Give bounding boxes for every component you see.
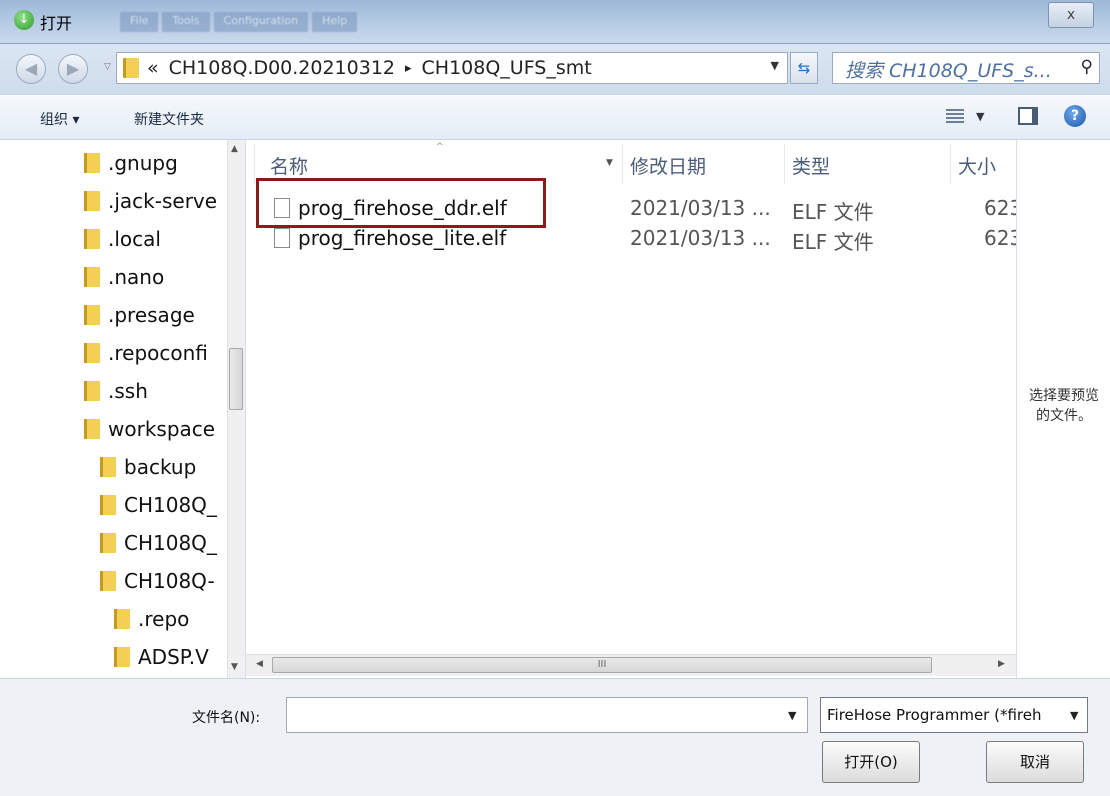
preview-message: 选择要预览 的文件。 [1029,388,1099,424]
tree-item[interactable]: .gnupg [84,144,178,182]
folder-icon [100,495,116,515]
column-filter-icon[interactable]: ▼ [606,158,613,168]
folder-icon [114,647,130,667]
folder-icon [84,229,100,249]
folder-icon [100,457,116,477]
column-header-type[interactable]: 类型 [792,152,830,179]
file-modified: 2021/03/13 ... [630,196,771,220]
column-separator [622,144,623,184]
file-size: 623 [984,226,1016,250]
highlight-annotation [256,178,546,228]
folder-icon [84,381,100,401]
tree-item[interactable]: workspace [84,410,215,448]
open-button[interactable]: 打开(O) [822,741,920,783]
folder-icon [84,305,100,325]
folder-icon [100,533,116,553]
folder-icon [84,343,100,363]
file-type: ELF 文件 [792,230,874,254]
tree-item[interactable]: .repo [114,600,189,638]
blurred-menu: File Tools Configuration Help [120,12,358,32]
preview-pane-icon[interactable] [1018,107,1038,125]
folder-icon [84,153,100,173]
back-button[interactable]: ◀ [16,54,46,84]
scroll-left-icon[interactable]: ◀ [256,659,263,669]
tree-item[interactable]: .presage [84,296,195,334]
column-separator [950,144,951,184]
history-dropdown-icon[interactable]: ▽ [104,62,111,72]
search-input[interactable]: 搜索 CH108Q_UFS_s... ⚲ [832,52,1100,84]
file-type-dropdown-icon[interactable]: ▼ [1070,709,1078,722]
dialog-footer: 文件名(N): ▼ FireHose Programmer (*fireh ▼ … [0,678,1110,796]
file-modified: 2021/03/13 ... [630,226,771,250]
title-bar: ↓ 打开 File Tools Configuration Help x [0,0,1110,44]
address-row: ◀ ▶ ▽ « CH108Q.D00.20210312 ▸ CH108Q_UFS… [0,44,1110,94]
sort-ascending-icon: ^ [436,142,444,152]
breadcrumb-separator[interactable]: ▸ [405,61,412,76]
tree-item[interactable]: .jack-serve [84,182,217,220]
blurred-menu-item: Tools [162,12,210,32]
address-bar[interactable]: « CH108Q.D00.20210312 ▸ CH108Q_UFS_smt ▼ [116,52,788,84]
window-title: 打开 [40,14,73,33]
column-header-modified[interactable]: 修改日期 [630,152,706,179]
scroll-down-icon[interactable]: ▼ [231,662,238,672]
tree-item[interactable]: CH108Q- [100,562,215,600]
file-icon [274,228,290,248]
refresh-icon: ⇆ [797,59,811,77]
forward-button[interactable]: ▶ [58,54,88,84]
breadcrumb-segment[interactable]: CH108Q_UFS_smt [422,57,592,79]
organize-button[interactable]: 组织 ▾ [40,109,79,129]
blurred-menu-item: File [120,12,159,32]
folder-icon [84,419,100,439]
view-options-icon[interactable] [946,109,964,123]
preview-pane: 选择要预览 的文件。 [1016,140,1110,678]
navigation-tree: .gnupg .jack-serve .local .nano .presage… [0,140,246,678]
filename-label: 文件名(N): [192,710,261,726]
breadcrumb-segment[interactable]: CH108Q.D00.20210312 [169,57,395,79]
tree-item[interactable]: ADSP.V [114,638,209,676]
folder-icon [114,609,130,629]
tree-scroll-thumb[interactable] [229,348,243,410]
folder-icon [100,571,116,591]
blurred-menu-item: Configuration [213,12,309,32]
file-row[interactable]: prog_firehose_lite.elf 2021/03/13 ... EL… [246,224,1016,254]
new-folder-button[interactable]: 新建文件夹 [134,109,204,129]
filename-input[interactable] [286,697,808,733]
tree-item[interactable]: .local [84,220,161,258]
file-type: ELF 文件 [792,200,874,224]
address-dropdown-icon[interactable]: ▼ [771,59,779,72]
open-dialog-icon: ↓ [14,10,34,30]
scroll-up-icon[interactable]: ▲ [231,144,238,154]
command-bar: 组织 ▾ 新建文件夹 ▼ ? [0,94,1110,140]
column-header-size[interactable]: 大小 [958,152,996,179]
folder-icon [84,191,100,211]
search-icon[interactable]: ⚲ [1081,57,1093,77]
file-type-select[interactable]: FireHose Programmer (*fireh [820,697,1088,733]
scroll-right-icon[interactable]: ▶ [998,659,1005,669]
file-size: 623 [984,196,1016,220]
column-separator [784,144,785,184]
tree-item[interactable]: backup [100,448,196,486]
column-header-name[interactable]: 名称 [270,152,308,179]
tree-item[interactable]: .nano [84,258,164,296]
cancel-button[interactable]: 取消 [986,741,1084,783]
tree-item[interactable]: .repoconfi [84,334,208,372]
breadcrumb-overflow[interactable]: « [147,57,159,79]
file-name: prog_firehose_lite.elf [298,226,507,250]
tree-item[interactable]: .ssh [84,372,148,410]
tree-item[interactable]: CH108Q_ [100,486,217,524]
forward-arrow-icon: ▶ [66,59,80,78]
tree-item[interactable]: CH108Q_ [100,524,217,562]
back-arrow-icon: ◀ [24,59,38,78]
blurred-menu-item: Help [312,12,358,32]
filename-dropdown-icon[interactable]: ▼ [788,709,796,722]
folder-icon [84,267,100,287]
search-placeholder: 搜索 CH108Q_UFS_s... [845,60,1052,82]
horizontal-scroll-thumb[interactable]: III [272,657,932,673]
close-button[interactable]: x [1048,2,1094,28]
folder-icon [123,58,139,78]
column-separator [254,144,255,184]
view-dropdown-icon[interactable]: ▼ [976,110,984,123]
refresh-button[interactable]: ⇆ [790,52,818,84]
help-icon[interactable]: ? [1064,105,1086,127]
